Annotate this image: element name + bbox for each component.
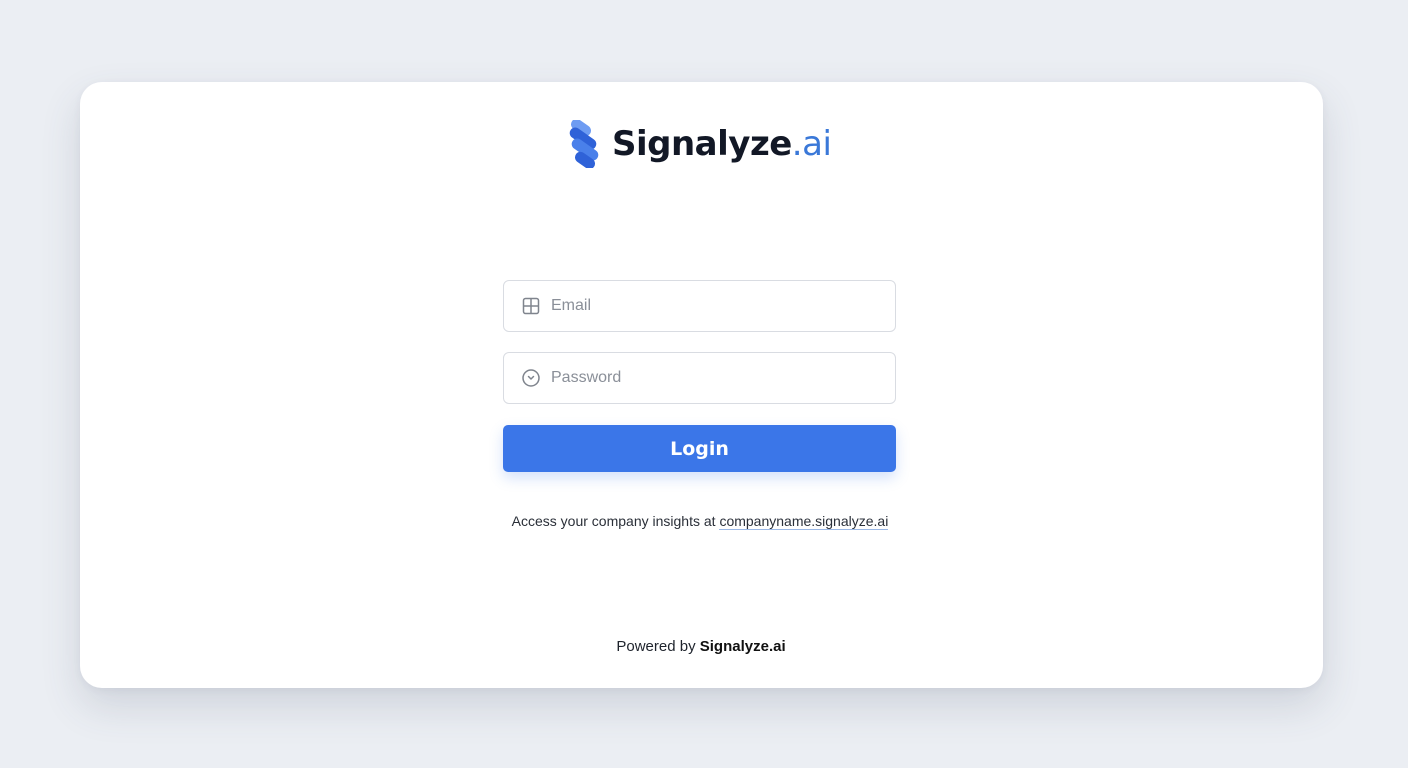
- email-field[interactable]: [503, 280, 896, 332]
- grid-icon: [521, 296, 541, 316]
- access-note: Access your company insights at companyn…: [80, 513, 1320, 530]
- clock-icon: [521, 368, 541, 388]
- password-field[interactable]: [503, 352, 896, 404]
- password-input[interactable]: [551, 363, 891, 393]
- company-url-link[interactable]: companyname.signalyze.ai: [719, 513, 889, 530]
- brand-header: Signalyze.ai: [564, 118, 832, 170]
- brand-tld: .ai: [791, 124, 832, 164]
- login-button[interactable]: Login: [503, 425, 896, 472]
- access-note-text: Access your company insights at: [511, 513, 720, 529]
- powered-by-text: Powered by: [616, 638, 700, 655]
- signalyze-logo-icon: [569, 120, 599, 168]
- powered-by-footer: Powered by Signalyze.ai: [80, 638, 1322, 655]
- email-input[interactable]: [551, 291, 891, 321]
- powered-by-brand: Signalyze.ai: [699, 638, 786, 655]
- brand-name-text: Signalyze: [612, 124, 792, 164]
- login-card: Signalyze.ai Login Access your company i…: [80, 82, 1323, 688]
- brand-name: Signalyze.ai: [612, 124, 832, 164]
